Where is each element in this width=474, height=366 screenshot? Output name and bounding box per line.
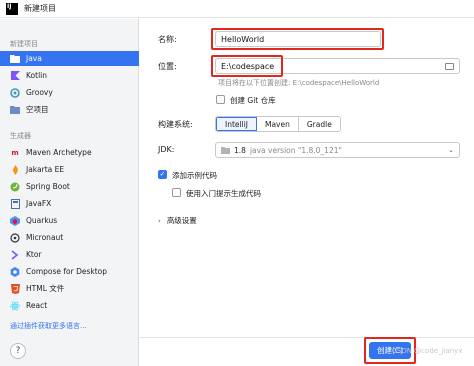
intellij-logo-icon: IJ [6, 2, 18, 15]
jdk-meta: java version "1.8.0_121" [249, 145, 342, 155]
build-system-label: 构建系统: [158, 120, 193, 129]
jdk-version: 1.8 [234, 145, 246, 155]
kotlin-icon [10, 71, 20, 81]
sidebar-item-react[interactable]: React [0, 298, 139, 313]
folder-browse-icon[interactable] [445, 63, 454, 70]
git-checkbox-label: 创建 Git 仓库 [230, 96, 276, 105]
sidebar-item-label: Maven Archetype [26, 148, 92, 157]
sidebar-item-label: Java [26, 54, 42, 63]
help-button[interactable]: ? [10, 343, 26, 359]
sidebar-item-jakarta-ee[interactable]: Jakarta EE [0, 162, 139, 177]
git-checkbox[interactable] [216, 95, 225, 104]
location-label: 位置: [158, 62, 177, 71]
build-option-intellij[interactable]: IntelliJ [216, 117, 257, 131]
sample-code-label: 添加示例代码 [172, 171, 217, 180]
location-hint: 项目将在以下位置创建: E:\codespace\HelloWorld [218, 79, 380, 87]
sidebar-item-label: Jakarta EE [26, 165, 65, 174]
sidebar-item-label: Ktor [26, 250, 42, 259]
footer-divider [140, 337, 474, 338]
sidebar-item-java[interactable]: Java [0, 51, 139, 66]
jdk-label: JDK: [158, 145, 175, 154]
main-panel: 名称: HelloWorld 位置: E:\codespace 项目将在以下位置… [140, 19, 474, 366]
spring-icon [10, 182, 20, 192]
build-system-selector: IntelliJ Maven Gradle [215, 116, 341, 132]
sidebar-item-label: Spring Boot [26, 182, 70, 191]
sidebar: 新建项目 Java Kotlin Groovy 空项目 生成器 m Maven … [0, 19, 139, 366]
onboarding-label: 使用入门提示生成代码 [186, 189, 261, 198]
sample-code-checkbox[interactable]: ✓ [158, 170, 167, 179]
sidebar-item-groovy[interactable]: Groovy [0, 85, 139, 100]
onboarding-checkbox[interactable] [172, 188, 181, 197]
groovy-icon [10, 87, 20, 98]
micronaut-icon [10, 232, 20, 243]
advanced-settings-label: 高级设置 [166, 216, 197, 225]
location-input-value: E:\codespace [221, 61, 275, 71]
ktor-icon [10, 249, 20, 260]
jakarta-icon [10, 164, 20, 175]
empty-project-icon [10, 105, 20, 115]
sidebar-item-kotlin[interactable]: Kotlin [0, 68, 139, 83]
quarkus-icon [10, 215, 20, 226]
jdk-select[interactable]: 1.8 java version "1.8.0_121" ⌄ [215, 142, 460, 158]
sidebar-item-html[interactable]: HTML 文件 [0, 281, 139, 296]
name-input[interactable]: HelloWorld [215, 31, 381, 47]
chevron-right-icon: › [158, 216, 161, 225]
sidebar-item-quarkus[interactable]: Quarkus [0, 213, 139, 228]
maven-icon: m [11, 148, 19, 157]
sidebar-item-javafx[interactable]: JavaFX [0, 196, 139, 211]
sidebar-item-spring-boot[interactable]: Spring Boot [0, 179, 139, 194]
section-label-generators: 生成器 [10, 132, 31, 140]
title-bar: IJ 新建项目 [0, 0, 474, 18]
build-option-maven[interactable]: Maven [256, 117, 299, 131]
javafx-icon [10, 198, 20, 209]
window-title: 新建项目 [24, 4, 56, 13]
section-label-new-project: 新建项目 [10, 40, 38, 48]
compose-icon [10, 266, 20, 277]
html-icon [10, 283, 20, 294]
more-languages-link[interactable]: 通过插件获取更多语言... [10, 321, 87, 331]
sidebar-item-maven-archetype[interactable]: m Maven Archetype [0, 145, 139, 160]
advanced-settings-toggle[interactable]: › 高级设置 [158, 215, 197, 226]
sidebar-item-compose-desktop[interactable]: Compose for Desktop [0, 264, 139, 279]
sidebar-item-label: React [26, 301, 48, 310]
sidebar-item-label: Quarkus [26, 216, 58, 225]
sidebar-item-label: HTML 文件 [26, 284, 65, 293]
sidebar-item-label: Groovy [26, 88, 53, 97]
react-icon [10, 301, 20, 311]
folder-icon [10, 54, 20, 64]
location-input[interactable]: E:\codespace [215, 58, 460, 74]
sidebar-item-label: Micronaut [26, 233, 64, 242]
watermark: CSDN @code_jianyx [392, 347, 463, 355]
sidebar-item-label: Compose for Desktop [26, 267, 108, 276]
sidebar-item-label: Kotlin [26, 71, 47, 80]
sidebar-item-ktor[interactable]: Ktor [0, 247, 139, 262]
jdk-folder-icon [221, 146, 230, 154]
sidebar-item-micronaut[interactable]: Micronaut [0, 230, 139, 245]
name-label: 名称: [158, 35, 177, 44]
build-option-gradle[interactable]: Gradle [298, 117, 340, 131]
sidebar-item-empty-project[interactable]: 空项目 [0, 102, 139, 117]
name-input-value: HelloWorld [221, 34, 265, 44]
sidebar-item-label: JavaFX [26, 199, 52, 208]
chevron-down-icon: ⌄ [448, 146, 454, 154]
sidebar-item-label: 空项目 [26, 105, 49, 114]
